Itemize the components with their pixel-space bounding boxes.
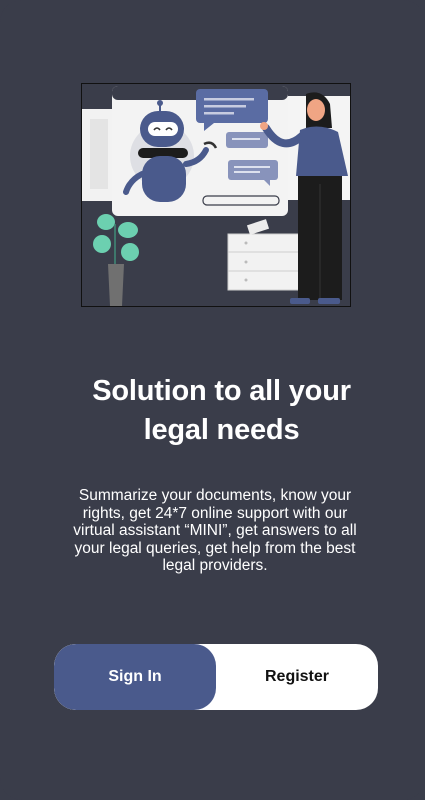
register-button[interactable]: Register — [216, 644, 378, 710]
chat-text-line — [234, 166, 270, 168]
description-line: legal providers. — [162, 557, 268, 574]
plant-pot — [108, 264, 124, 306]
plant-leaf — [121, 243, 139, 261]
description-text: Summarize your documents, know your righ… — [44, 487, 386, 575]
cabinet — [227, 233, 303, 291]
woman-hand — [260, 122, 268, 130]
robot-body — [142, 156, 186, 202]
auth-toggle: Sign In Register — [54, 644, 378, 710]
title-line: Solution to all your — [92, 375, 351, 407]
chat-text-line — [204, 98, 254, 101]
page-title: Solution to all your legal needs — [40, 372, 403, 450]
plant-leaf — [97, 214, 115, 230]
onboarding-screen: Solution to all your legal needs Summari… — [0, 0, 425, 800]
description-line: rights, get 24*7 online support with our — [82, 504, 348, 522]
sign-in-button[interactable]: Sign In — [54, 644, 216, 710]
title-line: legal needs — [143, 414, 300, 446]
chat-text-line — [204, 112, 234, 115]
cabinet-papers — [246, 219, 270, 235]
robot-assistant-illustration — [82, 86, 350, 306]
plant-leaf — [93, 235, 111, 253]
description-line: your legal queries, get help from the be… — [74, 539, 356, 557]
chat-text-line — [204, 105, 246, 108]
chat-bubble-medium — [228, 160, 278, 180]
chat-text-line — [232, 138, 260, 140]
description-line: Summarize your documents, know your — [78, 487, 352, 504]
description-line: virtual assistant “MINI”, get answers to… — [73, 522, 357, 539]
plant-leaf — [118, 222, 138, 238]
woman-shoe — [318, 298, 340, 304]
woman-face — [307, 99, 325, 121]
window-pane — [90, 119, 108, 189]
cabinet-knob — [244, 278, 248, 282]
cabinet-knob — [244, 241, 248, 245]
robot-antenna-tip — [157, 100, 163, 106]
chat-text-line — [234, 171, 260, 173]
hero-illustration — [81, 83, 351, 307]
woman-shoe — [290, 298, 310, 304]
cabinet-knob — [244, 260, 248, 264]
robot-face — [148, 122, 178, 136]
